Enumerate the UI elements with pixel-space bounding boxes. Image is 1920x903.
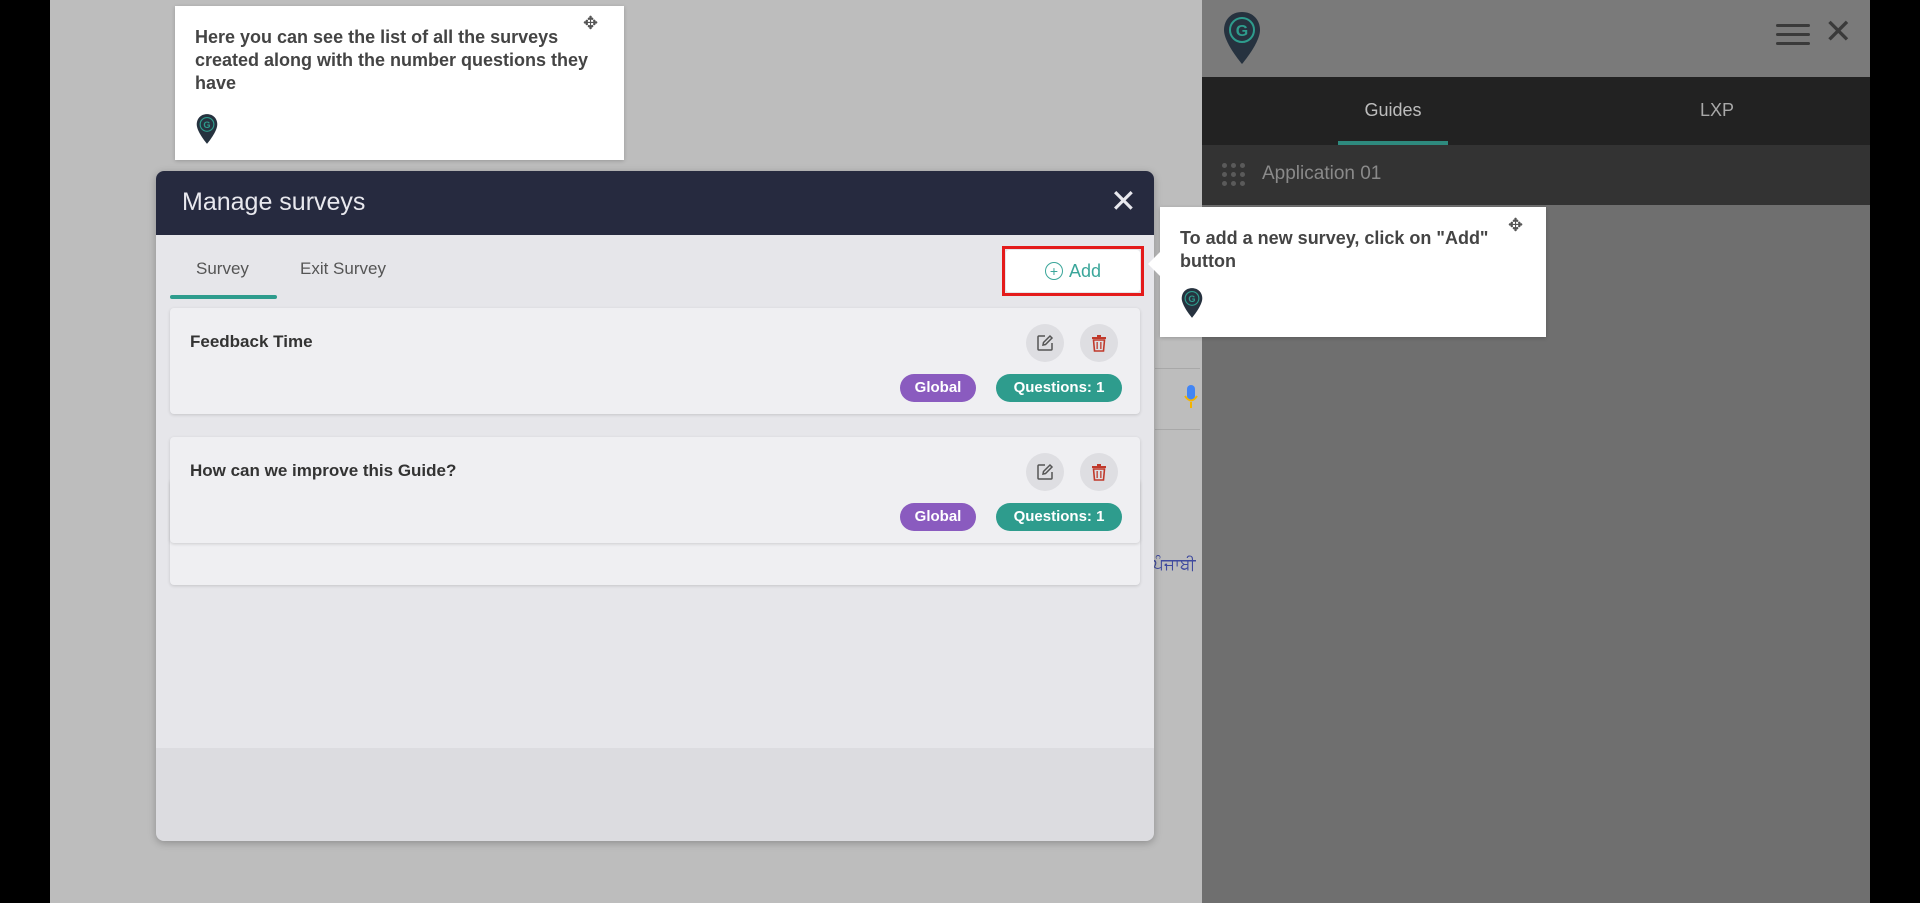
svg-text:G: G — [1236, 23, 1248, 40]
scope-badge: Global — [900, 374, 976, 402]
move-arrows-icon[interactable]: ✥ — [583, 13, 598, 34]
panel-tabs: Guides LXP — [1202, 77, 1870, 145]
questions-badge: Questions: 1 — [996, 374, 1122, 402]
edit-button[interactable] — [1026, 324, 1064, 362]
tooltip-text: To add a new survey, click on "Add" butt… — [1180, 228, 1489, 271]
modal-header: Manage surveys ✕ — [156, 171, 1154, 235]
active-tab-indicator — [170, 295, 277, 299]
move-arrows-icon[interactable]: ✥ — [1508, 215, 1523, 236]
modal-title: Manage surveys — [182, 188, 366, 216]
add-survey-button[interactable]: + Add — [1006, 250, 1140, 292]
survey-card: Feedback Time Global Questions: 1 — [170, 308, 1140, 414]
scope-badge: Global — [900, 503, 976, 531]
app-viewport: ਪੰਜਾਬੀ G ✕ Guides LXP Application 01 Her… — [50, 0, 1870, 903]
svg-text:G: G — [203, 120, 210, 130]
tab-lxp[interactable]: LXP — [1682, 77, 1752, 145]
plus-circle-icon: + — [1044, 262, 1063, 280]
g-pin-logo-icon: G — [196, 114, 218, 144]
close-icon[interactable]: ✕ — [1824, 14, 1853, 50]
guide-panel: G ✕ Guides LXP Application 01 — [1202, 0, 1870, 903]
tooltip-add-survey: To add a new survey, click on "Add" butt… — [1148, 207, 1546, 337]
questions-badge: Questions: 1 — [996, 503, 1122, 531]
delete-button[interactable] — [1080, 324, 1118, 362]
tab-guides[interactable]: Guides — [1338, 77, 1448, 145]
edit-icon — [1037, 463, 1054, 480]
application-label: Application 01 — [1262, 163, 1382, 184]
svg-text:G: G — [1188, 294, 1195, 304]
edit-button[interactable] — [1026, 453, 1064, 491]
close-icon[interactable]: ✕ — [1110, 183, 1137, 219]
language-link[interactable]: ਪੰਜਾਬੀ — [1153, 555, 1196, 575]
app-grid-dots-icon — [1222, 163, 1248, 189]
g-pin-logo-icon: G — [1181, 288, 1203, 318]
tooltip-arrow — [1148, 252, 1160, 276]
survey-card: How can we improve this Guide? Global Qu… — [170, 437, 1140, 543]
trash-icon — [1092, 335, 1106, 352]
hamburger-menu-icon[interactable] — [1776, 20, 1810, 48]
tab-survey[interactable]: Survey — [196, 259, 249, 279]
edit-icon — [1037, 334, 1054, 351]
tooltip-survey-list: Here you can see the list of all the sur… — [175, 6, 624, 160]
survey-title: How can we improve this Guide? — [190, 461, 457, 480]
microphone-icon — [1184, 385, 1198, 408]
panel-header: G ✕ — [1202, 0, 1870, 77]
delete-button[interactable] — [1080, 453, 1118, 491]
application-row[interactable]: Application 01 — [1202, 145, 1870, 205]
trash-icon — [1092, 464, 1106, 481]
manage-surveys-modal: Manage surveys ✕ Survey Exit Survey + Ad… — [156, 171, 1154, 841]
tooltip-text: Here you can see the list of all the sur… — [195, 27, 589, 93]
add-button-label: Add — [1068, 260, 1102, 281]
survey-title: Feedback Time — [190, 332, 313, 351]
g-pin-logo-icon: G — [1224, 12, 1260, 64]
tab-exit-survey[interactable]: Exit Survey — [300, 259, 386, 279]
